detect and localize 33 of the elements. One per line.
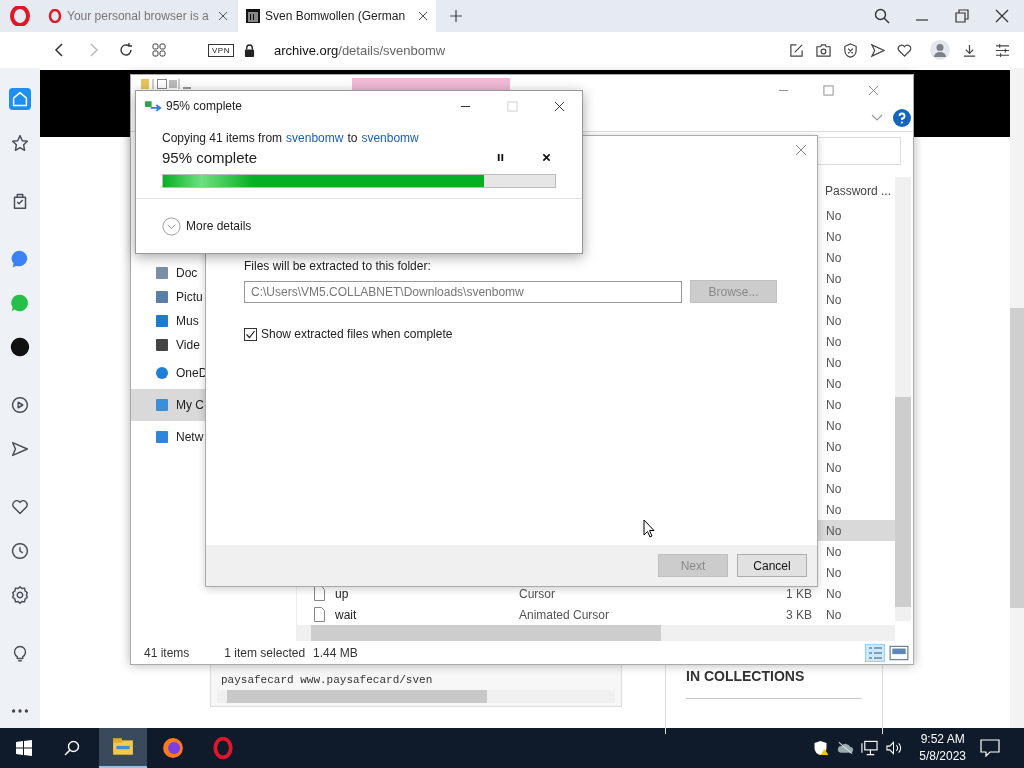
password-cell-text: No (826, 481, 843, 496)
file-name: up (335, 586, 349, 601)
password-cell-text: No (826, 607, 843, 622)
password-cell-text: No (826, 544, 843, 559)
password-cell-text: No (826, 418, 843, 433)
file-type: Cursor (519, 586, 555, 601)
file-name: wait (335, 607, 357, 622)
selection-info: 1 item selected (224, 645, 306, 660)
checkbox-label: Show extracted files when complete (261, 327, 453, 341)
password-cell-text: No (826, 313, 843, 328)
item-count: 41 items (144, 645, 190, 660)
copy-message: Copying 41 items from (162, 131, 283, 145)
password-cell-text: No (826, 376, 843, 391)
copy-message-to: to (347, 131, 358, 145)
password-cell-text: No (826, 523, 843, 538)
progress-status: 95% complete (162, 149, 258, 166)
section-heading: IN COLLECTIONS (686, 668, 805, 684)
password-cell-text: No (826, 208, 843, 223)
dialog-title: 95% complete (166, 99, 243, 113)
password-cell-text: No (826, 271, 843, 286)
password-cell-text: No (826, 229, 843, 244)
file-size: 3 KB (786, 607, 812, 622)
password-cell-text: No (826, 586, 843, 601)
password-cell-text: No (826, 439, 843, 454)
file-type: Animated Cursor (519, 607, 610, 622)
password-cell-text: No (826, 460, 843, 475)
file-size: 1 KB (786, 586, 812, 601)
password-cell-text: No (826, 355, 843, 370)
folder-label: Files will be extracted to this folder: (244, 259, 432, 273)
password-cell-text: No (826, 397, 843, 412)
selection-size: 1.44 MB (313, 645, 358, 660)
code-text: paysafecard www.paysafecard/sven (220, 674, 434, 686)
password-cell-text: No (826, 502, 843, 517)
